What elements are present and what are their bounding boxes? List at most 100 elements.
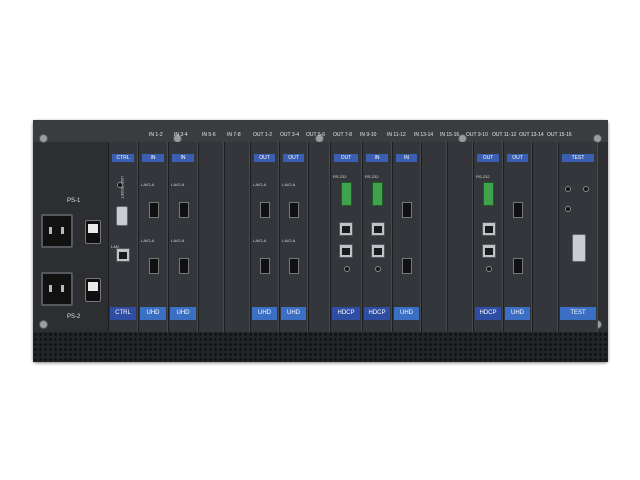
test-led [565,206,571,212]
hdmi-port[interactable] [513,258,523,274]
rs232-port[interactable] [116,206,128,226]
terminal-block[interactable] [483,182,494,206]
card-header: TEST [562,154,594,162]
card-footer: HDCP [332,307,360,320]
port-label: I-A/O-A [282,182,296,187]
port-label: I-A/O-A [171,238,185,243]
hdmi-port[interactable] [402,258,412,274]
card-header: OUT [507,154,528,162]
power-switch[interactable] [85,278,101,302]
card-header: IN [142,154,164,162]
hdbt-port[interactable] [339,222,353,236]
card-footer: UHD [281,307,306,320]
slot-label: IN 11-12 [387,132,406,138]
card-footer: TEST [560,307,596,320]
slot-label: IN 15-16 [440,132,460,138]
blank-slot-panel [532,142,558,332]
card-footer: HDCP [475,307,501,320]
hdmi-port[interactable] [149,258,159,274]
test-card: TEST TEST [558,142,598,332]
ir-port[interactable] [375,266,381,272]
hdmi-port[interactable] [289,202,299,218]
slot-label: OUT 5-6 [306,132,326,138]
port-label: LAN [111,244,119,249]
slot-label: OUT 3-4 [280,132,300,138]
card-header: OUT [477,154,499,162]
hdmi-port[interactable] [149,202,159,218]
ps-label: PS-2 [67,314,81,320]
ctrl-card: CTRL USB RESET LAN CTRL [108,142,138,332]
input-card-9-10: IN RS-232 HDCP [362,142,392,332]
blank-slot-panel [224,142,250,332]
slot-label: OUT 7-8 [333,132,353,138]
slot-label: IN 5-6 [202,132,216,138]
slot-label: OUT 9-10 [466,132,488,138]
input-card-1-2: IN I-A/O-A I-A/O-A UHD [138,142,168,332]
hdmi-port[interactable] [179,258,189,274]
reset-button[interactable] [117,182,123,188]
port-label: RS-232 [476,174,490,179]
slot-label: OUT 1-2 [253,132,273,138]
hdbt-port[interactable] [371,222,385,236]
card-header: IN [172,154,194,162]
dvi-port[interactable] [572,234,586,262]
lan-port[interactable] [116,248,130,262]
input-card-3-4: IN I-A/O-A I-A/O-A UHD [168,142,198,332]
card-footer: UHD [170,307,196,320]
blank-slot-panel [447,142,473,332]
hdbt-port[interactable] [339,244,353,258]
slot-label: IN 1-2 [149,132,163,138]
port-label: RS-232 [333,174,347,179]
slot-label: OUT 11-12 [492,132,517,138]
test-switch[interactable] [565,186,571,192]
output-card-1-2: OUT I-A/O-A I-A/O-A UHD [250,142,279,332]
hdbt-port[interactable] [371,244,385,258]
matrix-switcher-chassis: IN 1-2 IN 3-4 IN 5-6 IN 7-8 OUT 1-2 OUT … [33,120,608,362]
port-label: I-A/O-A [253,182,267,187]
slot-label: IN 3-4 [174,132,188,138]
output-card-3-4: OUT I-A/O-A I-A/O-A UHD [279,142,308,332]
card-header: IN [366,154,388,162]
power-inlet[interactable] [41,272,73,306]
port-label: RS-232 [365,174,379,179]
ir-port[interactable] [486,266,492,272]
power-supply-1: PS-1 [37,198,109,254]
hdmi-port[interactable] [402,202,412,218]
ir-port[interactable] [344,266,350,272]
hdmi-port[interactable] [260,202,270,218]
hdbt-port[interactable] [482,222,496,236]
slot-label: IN 7-8 [227,132,241,138]
terminal-block[interactable] [341,182,352,206]
power-supply-2: PS-2 [37,266,109,320]
blank-slot-panel [421,142,447,332]
port-label: I-A/O-A [282,238,296,243]
hdmi-port[interactable] [260,258,270,274]
slot-label: OUT 15-16 [547,132,572,138]
rail-screw [39,134,48,143]
test-switch[interactable] [583,186,589,192]
hdbt-port[interactable] [482,244,496,258]
port-label: I-A/O-A [141,182,155,187]
blank-slot-panel [198,142,224,332]
power-switch[interactable] [85,220,101,244]
port-label: I-A/O-A [171,182,185,187]
slot-label: IN 13-14 [414,132,434,138]
card-header: OUT [254,154,275,162]
hdmi-port[interactable] [289,258,299,274]
rail-screw [39,320,48,329]
card-footer: UHD [394,307,419,320]
card-header: IN [396,154,417,162]
card-footer: UHD [505,307,530,320]
hdmi-port[interactable] [179,202,189,218]
ventilation-grille [33,332,608,362]
output-card-7-8: OUT RS-232 HDCP [330,142,362,332]
slot-label: IN 9-10 [360,132,377,138]
input-card-11-12: IN UHD [392,142,421,332]
card-footer: CTRL [110,307,136,320]
card-header: OUT [334,154,358,162]
hdmi-port[interactable] [513,202,523,218]
port-label: I-A/O-A [253,238,267,243]
power-inlet[interactable] [41,214,73,248]
card-footer: HDCP [364,307,390,320]
terminal-block[interactable] [372,182,383,206]
